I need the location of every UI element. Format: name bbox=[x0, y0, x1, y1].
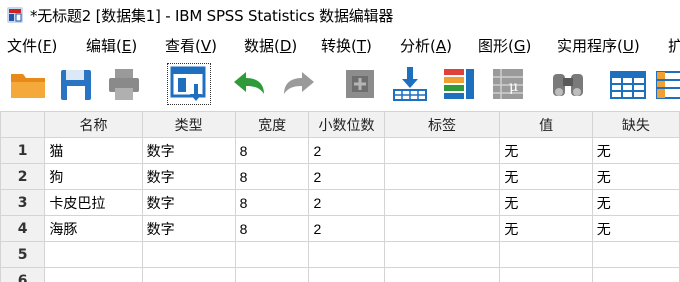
cell-width[interactable]: 8 bbox=[234, 189, 310, 216]
column-header-missing[interactable]: 缺失 bbox=[591, 111, 680, 138]
cell-decimals[interactable]: 2 bbox=[308, 137, 385, 164]
menu-extensions[interactable]: 扩 bbox=[668, 35, 680, 56]
column-header-decimals[interactable]: 小数位数 bbox=[308, 111, 385, 138]
table-row: 2 狗 数字 8 2 无 无 bbox=[0, 163, 680, 190]
column-header-values[interactable]: 值 bbox=[499, 111, 593, 138]
cell-width[interactable]: 8 bbox=[234, 215, 310, 242]
cell-width[interactable] bbox=[234, 267, 310, 282]
cell-name[interactable] bbox=[44, 241, 143, 268]
run-descriptive-icon[interactable]: μ bbox=[488, 64, 528, 104]
cell-values[interactable]: 无 bbox=[499, 189, 593, 216]
undo-icon[interactable] bbox=[228, 64, 268, 104]
grid-corner[interactable] bbox=[0, 111, 46, 138]
cell-missing[interactable] bbox=[591, 241, 680, 268]
cell-type[interactable]: 数字 bbox=[141, 163, 236, 190]
cell-missing[interactable]: 无 bbox=[591, 137, 680, 164]
svg-text:μ: μ bbox=[509, 79, 518, 95]
menu-utilities[interactable]: 实用程序(U) bbox=[557, 35, 640, 56]
column-header-width[interactable]: 宽度 bbox=[234, 111, 310, 138]
cell-width[interactable] bbox=[234, 241, 310, 268]
title-bar: *无标题2 [数据集1] - IBM SPSS Statistics 数据编辑器 bbox=[0, 0, 680, 30]
cell-type[interactable]: 数字 bbox=[141, 189, 236, 216]
cell-decimals[interactable]: 2 bbox=[308, 215, 385, 242]
spss-app-icon bbox=[7, 7, 23, 23]
toolbar: μ bbox=[0, 60, 680, 110]
cell-decimals[interactable] bbox=[308, 241, 385, 268]
row-number[interactable]: 6 bbox=[0, 267, 46, 282]
menu-analyze[interactable]: 分析(A) bbox=[400, 35, 452, 56]
table-row: 4 海豚 数字 8 2 无 无 bbox=[0, 215, 680, 242]
menu-bar: 文件(F) 编辑(E) 查看(V) 数据(D) 转换(T) 分析(A) 图形(G… bbox=[0, 31, 680, 59]
variable-view-grid: 名称 类型 宽度 小数位数 标签 值 缺失 1 猫 数字 8 2 无 无 2 狗… bbox=[0, 111, 680, 282]
insert-cases-icon[interactable] bbox=[608, 64, 648, 104]
row-number[interactable]: 3 bbox=[0, 189, 46, 216]
cell-values[interactable]: 无 bbox=[499, 137, 593, 164]
recall-dialog-icon[interactable] bbox=[166, 62, 212, 106]
cell-values[interactable] bbox=[499, 241, 593, 268]
cell-values[interactable]: 无 bbox=[499, 215, 593, 242]
cell-type[interactable]: 数字 bbox=[141, 215, 236, 242]
cell-values[interactable]: 无 bbox=[499, 163, 593, 190]
cell-label[interactable] bbox=[383, 137, 501, 164]
row-number[interactable]: 1 bbox=[0, 137, 46, 164]
cell-name[interactable]: 海豚 bbox=[44, 215, 143, 242]
save-icon[interactable] bbox=[56, 64, 96, 104]
cell-name[interactable]: 狗 bbox=[44, 163, 143, 190]
menu-data[interactable]: 数据(D) bbox=[244, 35, 297, 56]
menu-file[interactable]: 文件(F) bbox=[7, 35, 57, 56]
menu-transform[interactable]: 转换(T) bbox=[321, 35, 372, 56]
cell-missing[interactable]: 无 bbox=[591, 215, 680, 242]
cell-decimals[interactable] bbox=[308, 267, 385, 282]
cell-type[interactable] bbox=[141, 241, 236, 268]
insert-variable-icon[interactable] bbox=[654, 64, 680, 104]
cell-label[interactable] bbox=[383, 163, 501, 190]
column-header-type[interactable]: 类型 bbox=[141, 111, 236, 138]
cell-type[interactable] bbox=[141, 267, 236, 282]
cell-missing[interactable]: 无 bbox=[591, 189, 680, 216]
menu-graphs[interactable]: 图形(G) bbox=[478, 35, 531, 56]
table-row: 5 bbox=[0, 241, 680, 268]
cell-name[interactable]: 猫 bbox=[44, 137, 143, 164]
cell-missing[interactable]: 无 bbox=[591, 163, 680, 190]
go-to-variable-icon[interactable] bbox=[390, 64, 430, 104]
cell-name[interactable] bbox=[44, 267, 143, 282]
cell-width[interactable]: 8 bbox=[234, 163, 310, 190]
cell-missing[interactable] bbox=[591, 267, 680, 282]
cell-width[interactable]: 8 bbox=[234, 137, 310, 164]
row-number[interactable]: 4 bbox=[0, 215, 46, 242]
cell-name[interactable]: 卡皮巴拉 bbox=[44, 189, 143, 216]
cell-label[interactable] bbox=[383, 215, 501, 242]
redo-icon[interactable] bbox=[280, 64, 320, 104]
go-to-case-icon[interactable] bbox=[340, 64, 380, 104]
cell-label[interactable] bbox=[383, 267, 501, 282]
table-row: 6 bbox=[0, 267, 680, 282]
row-number[interactable]: 2 bbox=[0, 163, 46, 190]
cell-decimals[interactable]: 2 bbox=[308, 189, 385, 216]
cell-label[interactable] bbox=[383, 241, 501, 268]
menu-edit[interactable]: 编辑(E) bbox=[86, 35, 137, 56]
window-title: *无标题2 [数据集1] - IBM SPSS Statistics 数据编辑器 bbox=[30, 6, 394, 25]
menu-view[interactable]: 查看(V) bbox=[165, 35, 217, 56]
cell-type[interactable]: 数字 bbox=[141, 137, 236, 164]
table-row: 1 猫 数字 8 2 无 无 bbox=[0, 137, 680, 164]
grid-header-row: 名称 类型 宽度 小数位数 标签 值 缺失 bbox=[0, 111, 680, 138]
print-icon[interactable] bbox=[104, 64, 144, 104]
column-header-label[interactable]: 标签 bbox=[383, 111, 501, 138]
cell-values[interactable] bbox=[499, 267, 593, 282]
open-folder-icon[interactable] bbox=[8, 64, 48, 104]
row-number[interactable]: 5 bbox=[0, 241, 46, 268]
cell-decimals[interactable]: 2 bbox=[308, 163, 385, 190]
find-icon[interactable] bbox=[548, 64, 588, 104]
table-row: 3 卡皮巴拉 数字 8 2 无 无 bbox=[0, 189, 680, 216]
variables-icon[interactable] bbox=[438, 64, 478, 104]
column-header-name[interactable]: 名称 bbox=[44, 111, 143, 138]
cell-label[interactable] bbox=[383, 189, 501, 216]
